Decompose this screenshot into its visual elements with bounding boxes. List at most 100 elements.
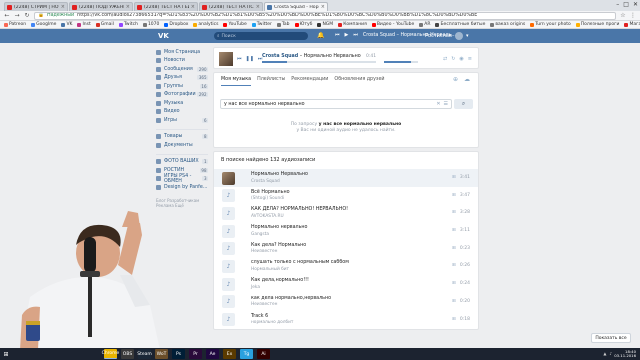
taskbar-clock[interactable]: 18:40 03.11.2016 — [614, 349, 636, 359]
track-artist[interactable]: (Shtogi) Soundi — [251, 196, 284, 201]
bookmark-item[interactable]: YouTube — [223, 22, 247, 27]
url-input[interactable]: 🔒 Надежный https://vk.com/audios27386653… — [34, 11, 616, 20]
user-menu[interactable]: Ростислав ▾ — [425, 32, 468, 40]
browser-tab[interactable]: Crosta Squad - Норма× — [264, 2, 328, 11]
music-note-icon[interactable]: ♪ — [222, 313, 235, 326]
bookmark-item[interactable]: Ютуб — [294, 22, 312, 27]
music-search-input[interactable]: у нас все нормально нервально ✕ ☰ — [220, 99, 452, 109]
music-tab[interactable]: Обновления друзей — [334, 77, 384, 86]
track-row[interactable]: ♪ Нормально нервально Gangsta ⊞ 3:11 — [214, 222, 478, 240]
bookmark-item[interactable]: Twitter — [251, 22, 272, 27]
taskbar-app-button[interactable]: Ps — [172, 349, 185, 359]
music-note-icon[interactable]: ♪ — [222, 295, 235, 309]
sidebar-item[interactable]: Видео — [156, 108, 208, 117]
repeat-icon[interactable]: ↻ — [451, 56, 455, 62]
taskbar-app-button[interactable]: Tg — [240, 349, 253, 359]
taskbar-app-button[interactable]: Ae — [206, 349, 219, 359]
close-icon[interactable]: ✕ — [633, 1, 638, 8]
prev-icon[interactable]: ⏮ — [237, 56, 242, 62]
tab-close-icon[interactable]: × — [61, 4, 65, 10]
bookmark-item[interactable]: Полезные проги — [575, 22, 619, 27]
track-row[interactable]: ♪ как дела нормально,нервально Неизвестен ⊞… — [214, 293, 478, 311]
track-artist[interactable]: AVTOKASTA.RU — [251, 214, 284, 219]
sidebar-item[interactable]: Товары 8 — [156, 133, 208, 142]
sidebar-item[interactable]: ИГРЫ PS4 - ОБМЕН 3 — [156, 174, 208, 184]
bookmark-item[interactable]: analytics — [193, 22, 218, 27]
sidebar-item[interactable]: Документы — [156, 141, 208, 150]
header-prev-icon[interactable]: ⏮ — [335, 32, 340, 38]
bookmark-item[interactable]: AR — [419, 22, 430, 27]
add-to-playlist-icon[interactable]: ⊞ — [452, 210, 456, 215]
tab-close-icon[interactable]: × — [321, 4, 325, 10]
bookmark-item[interactable]: Бесплатные битые — [435, 22, 485, 27]
bookmark-item[interactable]: Dropbox — [164, 22, 188, 27]
network-icon[interactable]: ▲ — [603, 351, 606, 356]
track-row[interactable]: ♪ Всё Нормально (Shtogi) Soundi ⊞ 3:47 — [214, 187, 478, 205]
bookmark-item[interactable]: Googlme — [31, 22, 56, 27]
header-next-icon[interactable]: ⏭ — [353, 32, 358, 38]
windows-start-icon[interactable]: ⊞ — [0, 348, 12, 360]
forward-icon[interactable]: → — [14, 12, 20, 19]
add-to-playlist-icon[interactable]: ⊞ — [452, 246, 456, 251]
taskbar-app-button[interactable]: Steam — [137, 349, 152, 359]
track-artist[interactable]: Gangsta — [251, 232, 269, 237]
clear-icon[interactable]: ✕ — [436, 101, 440, 107]
taskbar-app-button[interactable]: Ex — [223, 349, 236, 359]
sidebar-item[interactable]: Сообщения 290 — [156, 65, 208, 74]
add-to-playlist-icon[interactable]: ⊞ — [452, 193, 456, 198]
sidebar-item[interactable]: Группы 16 — [156, 82, 208, 91]
bookmark-item[interactable]: 1070 — [142, 22, 159, 27]
track-row[interactable]: ♪ слушать только с нормальным саббом Норма… — [214, 257, 478, 275]
volume-icon[interactable]: ♪ — [609, 351, 612, 356]
browser-tab[interactable]: (2248) СТРИМ | НОЧНАЯ× — [4, 2, 68, 11]
track-row[interactable]: ♪ КАК ДЕЛА? НОРМАЛЬНО! НЕРВАЛЬНО! AVTOKAST… — [214, 204, 478, 222]
add-to-playlist-icon[interactable]: ⊞ — [452, 175, 456, 180]
sidebar-item[interactable]: Музыка — [156, 99, 208, 108]
vk-logo[interactable]: VK — [158, 32, 169, 40]
track-artist[interactable]: Нормальный бит — [251, 267, 289, 272]
add-to-playlist-icon[interactable]: ⊞ — [452, 317, 456, 322]
menu-icon[interactable]: ⋮ — [630, 12, 636, 19]
header-play-icon[interactable]: ▶ — [345, 32, 349, 38]
browser-tab[interactable]: (2248) ТЕСТ НА ГЕЙ × — [134, 2, 198, 11]
taskbar-app-button[interactable]: OBS — [121, 349, 134, 359]
bookmark-item[interactable]: Компания — [338, 22, 367, 27]
add-to-playlist-icon[interactable]: ⊞ — [452, 228, 456, 233]
broadcast-icon[interactable]: ◉ — [459, 56, 463, 62]
track-cover[interactable] — [222, 171, 235, 185]
browser-tab[interactable]: (2248) ТЕСТ НА ПСИХИ× — [199, 2, 263, 11]
music-note-icon[interactable]: ♪ — [222, 277, 235, 291]
track-artist[interactable]: Jeka — [251, 285, 260, 290]
player-artist[interactable]: Crosta Squad — [262, 54, 298, 59]
bookmark-item[interactable]: Turn your photo — [530, 22, 571, 27]
track-artist[interactable]: нормально долбит — [251, 320, 293, 325]
maximize-icon[interactable]: □ — [623, 1, 629, 8]
bookmark-item[interactable]: Видео - YouTube — [371, 22, 414, 27]
bookmark-item[interactable]: Inst — [77, 22, 91, 27]
track-row[interactable]: ♪ Как дела? Нормально Неизвестен ⊞ 0:23 — [214, 240, 478, 258]
filter-icon[interactable]: ☰ — [444, 101, 448, 107]
music-tab[interactable]: Рекомендации — [291, 77, 328, 86]
star-icon[interactable]: ☆ — [620, 12, 626, 19]
bookmark-item[interactable]: VK — [61, 22, 72, 27]
bookmark-item[interactable]: Tab — [276, 22, 290, 27]
upload-icon[interactable]: ☁ — [464, 76, 470, 83]
show-all-button[interactable]: Показать все — [591, 333, 631, 343]
sidebar-item[interactable]: Design by Panfe... — [156, 183, 208, 192]
browser-tab[interactable]: (2248) ПОДГУЖЕНЬЕ× — [69, 2, 133, 11]
add-to-playlist-icon[interactable]: ⊞ — [452, 281, 456, 286]
bookmark-item[interactable]: Gmail — [95, 22, 114, 27]
bookmark-item[interactable]: NGM — [317, 22, 333, 27]
add-to-playlist-icon[interactable]: ⊞ — [452, 299, 456, 304]
back-icon[interactable]: ← — [4, 12, 10, 19]
pause-icon[interactable]: ❚❚ — [246, 56, 254, 62]
track-artist[interactable]: Неизвестен — [251, 302, 277, 307]
sidebar-item[interactable]: Новости — [156, 57, 208, 66]
music-tab[interactable]: Моя музыка — [221, 77, 252, 86]
taskbar-app-button[interactable]: Chrome — [102, 349, 119, 359]
taskbar-app-button[interactable]: Ai — [257, 349, 270, 359]
track-artist[interactable]: Crosta Squad — [251, 179, 280, 184]
music-note-icon[interactable]: ♪ — [222, 206, 235, 220]
tab-close-icon[interactable]: × — [256, 4, 260, 10]
taskbar-app-button[interactable]: WoT — [155, 349, 168, 359]
